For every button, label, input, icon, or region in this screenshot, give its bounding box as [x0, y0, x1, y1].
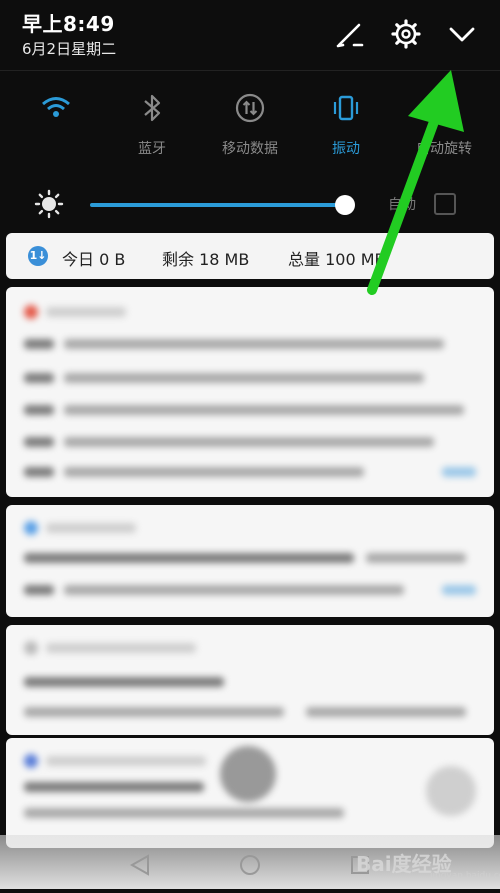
toggle-wifi[interactable]	[8, 90, 104, 138]
notification-card[interactable]	[6, 625, 494, 735]
home-icon	[240, 855, 260, 875]
toggle-mobile-data-label: 移动数据	[222, 141, 278, 157]
notification-card[interactable]	[6, 505, 494, 617]
quick-toggles: 蓝牙 移动数据 振动 自动旋转	[0, 90, 500, 170]
chevron-down-icon[interactable]	[444, 16, 480, 52]
clock: 早上8:49	[22, 12, 115, 36]
auto-brightness-checkbox[interactable]	[434, 193, 456, 215]
rotate-icon	[430, 96, 456, 120]
pencil-icon[interactable]	[332, 16, 368, 52]
toggle-auto-rotate[interactable]: 自动旋转	[396, 90, 492, 158]
brightness-slider-track[interactable]	[90, 203, 345, 207]
bluetooth-icon	[144, 94, 161, 122]
mobile-data-icon	[235, 93, 265, 123]
data-today: 今日 0 B	[62, 250, 126, 269]
data-usage-card[interactable]: 1↓ 今日 0 B 剩余 18 MB 总量 100 MB	[6, 233, 494, 279]
data-total: 总量 100 MB	[288, 250, 386, 269]
date: 6月2日星期二	[22, 40, 117, 58]
toggle-mobile-data[interactable]: 移动数据	[202, 90, 298, 158]
mobile-data-icon: 1↓	[28, 246, 48, 266]
gear-icon[interactable]	[388, 16, 424, 52]
status-header: 早上8:49 6月2日星期二	[0, 0, 500, 70]
toggle-vibrate[interactable]: 振动	[298, 90, 394, 158]
toggle-bluetooth-label: 蓝牙	[138, 141, 166, 157]
notification-card[interactable]	[6, 287, 494, 497]
toggle-auto-rotate-label: 自动旋转	[416, 141, 472, 157]
auto-brightness-label: 自动	[388, 197, 416, 213]
watermark-url: jingyan.baidu.com	[430, 871, 500, 881]
brightness-row: 自动	[0, 185, 500, 225]
wifi-icon	[42, 97, 70, 117]
brightness-slider-thumb[interactable]	[335, 195, 355, 215]
toggle-bluetooth[interactable]: 蓝牙	[104, 90, 200, 158]
brightness-icon	[34, 189, 64, 223]
back-icon	[129, 854, 149, 876]
data-remaining: 剩余 18 MB	[162, 250, 250, 269]
vibrate-icon	[333, 95, 359, 121]
notification-card[interactable]	[6, 738, 494, 848]
header-divider	[0, 70, 500, 71]
toggle-vibrate-label: 振动	[332, 141, 360, 157]
